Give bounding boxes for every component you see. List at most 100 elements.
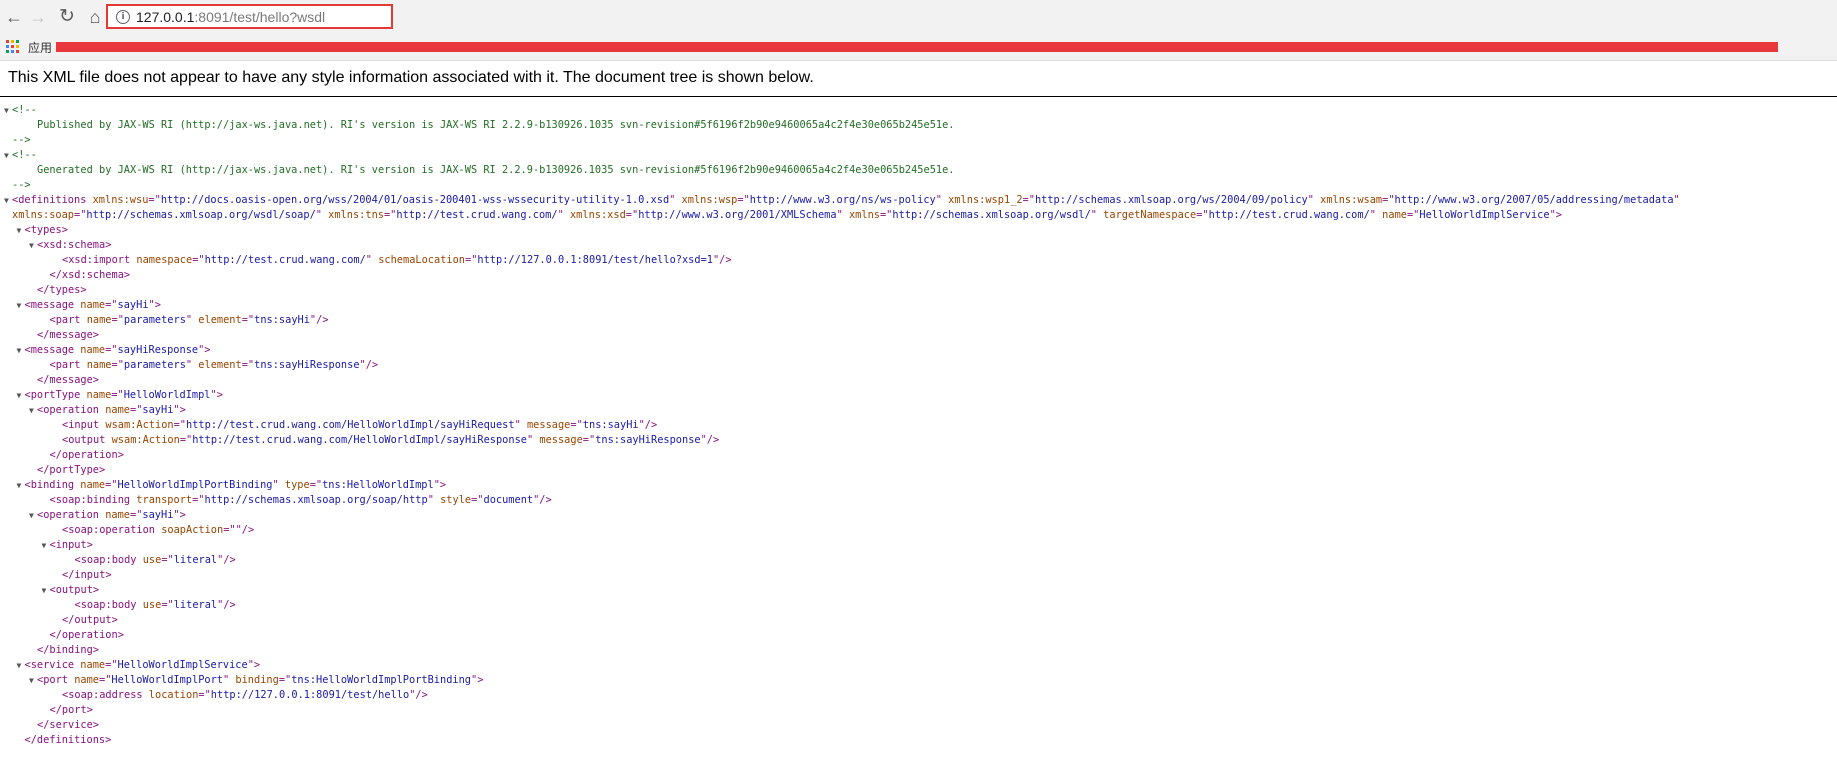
xml-token: http://schemas.xmlsoap.org/soap/http — [204, 494, 428, 506]
collapse-triangle-icon[interactable]: ▼ — [29, 403, 37, 418]
xml-line: Generated by JAX-WS RI (http://jax-ws.ja… — [0, 163, 1837, 178]
xml-token: --> — [12, 179, 31, 191]
xml-token: tns:sayHi — [582, 419, 639, 431]
xml-token: xmlns:xsd — [563, 209, 626, 221]
xml-line: <output wsam:Action="http://test.crud.wa… — [0, 433, 1837, 448]
xml-token: <!-- — [12, 149, 37, 161]
reload-icon[interactable]: ↻ — [55, 5, 79, 29]
xml-token: <soap:address — [62, 689, 143, 701]
xml-token: <soap:operation — [62, 524, 155, 536]
collapse-triangle-icon[interactable]: ▼ — [17, 658, 25, 673]
xml-token: "/> — [217, 554, 236, 566]
xml-token: "/> — [638, 419, 658, 431]
xml-line: ▼ <operation name="sayHi"> — [0, 508, 1837, 523]
xml-token: use — [136, 599, 162, 611]
xml-line: --> — [0, 133, 1837, 148]
xml-token: Published by JAX-WS RI (http://jax-ws.ja… — [37, 119, 955, 131]
xml-token: http://www.w3.org/2001/XMLSchema — [638, 209, 837, 221]
xml-token: xmlns:wsp1_2 — [941, 194, 1023, 206]
home-icon[interactable]: ⌂ — [83, 5, 107, 29]
xml-line: ▼ <operation name="sayHi"> — [0, 403, 1837, 418]
xml-token: =" — [105, 659, 118, 671]
xml-line: <part name="parameters" element="tns:say… — [0, 358, 1837, 373]
xml-token: name — [74, 659, 106, 671]
xml-token: </message> — [37, 329, 99, 341]
xml-token: =" — [1382, 194, 1395, 206]
collapse-triangle-icon[interactable]: ▼ — [17, 298, 25, 313]
xml-token: name — [1375, 209, 1407, 221]
xml-line: </operation> — [0, 628, 1837, 643]
xml-token: http://test.crud.wang.com/ — [1208, 209, 1370, 221]
xml-line: ▼ <output> — [0, 583, 1837, 598]
xml-token: <!-- — [12, 104, 37, 116]
xml-token: </service> — [37, 719, 99, 731]
xml-token: xmlns — [842, 209, 880, 221]
xml-token: sayHi — [142, 509, 174, 521]
xml-line: ▼ <port name="HelloWorldImplPort" binding… — [0, 673, 1837, 688]
xml-token: =" — [148, 194, 161, 206]
xml-token: parameters — [123, 359, 186, 371]
xml-token: =" — [383, 209, 397, 221]
url-path: :8091/test/hello?wsdl — [194, 8, 326, 25]
xml-token: =" — [111, 359, 124, 371]
xml-token: message — [533, 434, 583, 446]
xml-line: </portType> — [0, 463, 1837, 478]
xml-line: Published by JAX-WS RI (http://jax-ws.ja… — [0, 118, 1837, 133]
xml-line: </definitions> — [0, 733, 1837, 748]
xml-token: HelloWorldImplPortBinding — [117, 479, 273, 491]
info-icon[interactable]: i — [116, 9, 130, 24]
xml-token: =" — [471, 494, 484, 506]
collapse-triangle-icon[interactable]: ▼ — [17, 478, 25, 493]
collapse-triangle-icon[interactable]: ▼ — [17, 223, 25, 238]
xml-token: location — [142, 689, 199, 701]
xml-token: <operation — [37, 509, 99, 521]
collapse-triangle-icon[interactable]: ▼ — [4, 148, 12, 163]
collapse-triangle-icon[interactable]: ▼ — [29, 673, 37, 688]
back-arrow-icon[interactable]: ← — [2, 5, 26, 29]
xml-token: use — [136, 554, 162, 566]
xml-token: <xsd:import — [62, 254, 131, 266]
xml-token: =" — [1196, 209, 1209, 221]
collapse-triangle-icon[interactable]: ▼ — [42, 538, 50, 553]
xml-token: =" — [99, 674, 112, 686]
xml-token: <message — [24, 299, 75, 311]
xml-token: <definitions — [12, 194, 87, 206]
xml-token: wsam:Action — [99, 419, 174, 431]
xml-token: "/> — [700, 434, 720, 446]
apps-label[interactable]: 应用 — [28, 39, 52, 56]
collapse-triangle-icon[interactable]: ▼ — [17, 388, 25, 403]
xml-token: Generated by JAX-WS RI (http://jax-ws.ja… — [37, 164, 955, 176]
collapse-triangle-icon[interactable]: ▼ — [29, 508, 37, 523]
xml-token: "/> — [359, 359, 379, 371]
collapse-triangle-icon[interactable]: ▼ — [29, 238, 37, 253]
collapse-triangle-icon[interactable]: ▼ — [4, 193, 12, 208]
xml-document-tree: ▼ <!-- Published by JAX-WS RI (http://jax-… — [0, 97, 1837, 748]
xml-token: tns:HelloWorldImplPortBinding — [291, 674, 471, 686]
collapse-triangle-icon[interactable]: ▼ — [42, 583, 50, 598]
xml-token: <port — [37, 674, 68, 686]
xml-token: "/> — [217, 599, 236, 611]
xml-token: =" — [74, 209, 87, 221]
xml-token: "> — [471, 674, 484, 686]
xml-token: http://127.0.0.1:8091/test/hello?xsd=1 — [477, 254, 713, 266]
xml-token: name — [99, 404, 130, 416]
xml-line: <part name="parameters" element="tns:say… — [0, 313, 1837, 328]
xml-token: "/> — [712, 254, 732, 266]
xml-token: name — [99, 509, 130, 521]
xml-line: ▼ <binding name="HelloWorldImplPortBindin… — [0, 478, 1837, 493]
collapse-triangle-icon[interactable]: ▼ — [17, 343, 25, 358]
xml-token: " — [1673, 194, 1680, 206]
address-bar[interactable]: i 127.0.0.1:8091/test/hello?wsdl — [106, 4, 393, 29]
xml-line: <soap:address location="http://127.0.0.1… — [0, 688, 1837, 703]
xml-token: tns:HelloWorldImpl — [322, 479, 434, 491]
collapse-triangle-icon[interactable]: ▼ — [4, 103, 12, 118]
xml-token: =" — [570, 419, 583, 431]
xml-token: literal — [173, 599, 218, 611]
xml-token: =" — [130, 404, 143, 416]
apps-grid-icon[interactable] — [6, 40, 19, 53]
xml-line: xmlns:soap="http://schemas.xmlsoap.org/w… — [0, 208, 1837, 223]
xml-token: http://www.w3.org/ns/ws-policy — [749, 194, 936, 206]
redacted-bookmarks — [56, 42, 1778, 52]
forward-arrow-icon[interactable]: → — [26, 5, 50, 29]
xml-token: <input — [62, 419, 100, 431]
